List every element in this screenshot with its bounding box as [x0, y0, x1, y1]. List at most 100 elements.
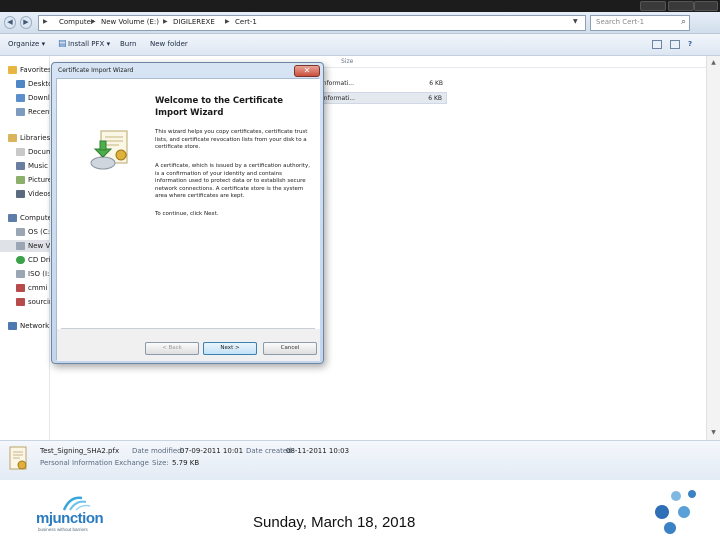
drive-icon — [16, 242, 25, 250]
burn-button[interactable]: Burn — [120, 40, 136, 48]
command-bar: Organize ▾ ▤ Install PFX ▾ Burn New fold… — [0, 34, 720, 56]
certificate-wizard-icon — [90, 130, 128, 170]
help-icon[interactable]: ? — [688, 40, 692, 48]
details-size-value: 5.79 KB — [172, 459, 200, 467]
preview-pane-icon[interactable] — [670, 40, 680, 49]
logo-tagline: business without barriers — [38, 527, 88, 532]
nav-label: sourcing — [28, 298, 50, 306]
column-size[interactable]: Size — [341, 58, 353, 65]
nav-new-volume[interactable]: New Volume — [0, 240, 50, 252]
nav-c-drive[interactable]: OS (C:) — [0, 226, 50, 238]
certificate-import-wizard: Certificate Import Wizard ✕ Welcome to t… — [51, 62, 324, 364]
cancel-button[interactable]: Cancel — [263, 342, 317, 355]
drive-icon — [16, 270, 25, 278]
organize-button[interactable]: Organize ▾ — [8, 40, 45, 48]
close-button[interactable] — [694, 1, 718, 11]
minimize-button[interactable] — [640, 1, 666, 11]
slide: ◀ ▶ ▶ Computer ▶ New Volume (E:) ▶ DIGIL… — [0, 0, 720, 540]
details-file-name: Test_Signing_SHA2.pfx — [40, 447, 120, 455]
certificate-icon: ▤ — [58, 39, 67, 49]
nav-iso[interactable]: ISO (I:) — [0, 268, 50, 280]
new-folder-button[interactable]: New folder — [150, 40, 188, 48]
music-icon — [16, 162, 25, 170]
install-pfx-label: Install PFX — [68, 40, 105, 48]
next-button[interactable]: Next > — [203, 342, 257, 355]
nav-pictures[interactable]: Pictures — [0, 174, 50, 186]
nav-favorites[interactable]: Favorites — [0, 64, 50, 76]
wizard-close-button[interactable]: ✕ — [294, 65, 320, 77]
nav-computer[interactable]: Computer — [0, 212, 50, 224]
breadcrumb-new-volume[interactable]: New Volume (E:) — [101, 18, 159, 26]
nav-downloads[interactable]: Downloads — [0, 92, 50, 104]
nav-cmmi[interactable]: cmmi (J:) — [0, 282, 50, 294]
nav-music[interactable]: Music — [0, 160, 50, 172]
details-size-label: Size: — [152, 459, 169, 467]
install-pfx-button[interactable]: Install PFX ▾ — [68, 40, 110, 48]
back-arrow-icon[interactable]: ◀ — [4, 16, 16, 29]
nav-label: Videos — [28, 190, 50, 198]
file-size: 6 KB — [428, 95, 442, 102]
slide-footer: mjunction business without barriers Sund… — [0, 480, 720, 540]
wizard-body: Welcome to the Certificate Import Wizard… — [56, 78, 320, 361]
certificate-file-icon — [9, 446, 27, 470]
nav-label: ISO (I:) — [28, 270, 50, 278]
wizard-heading: Welcome to the Certificate Import Wizard — [155, 96, 283, 118]
nav-network[interactable]: Network — [0, 320, 50, 332]
back-button[interactable]: < Back — [145, 342, 199, 355]
network-drive-icon — [16, 298, 25, 306]
wizard-continue-text: To continue, click Next. — [155, 211, 219, 217]
forward-arrow-icon[interactable]: ▶ — [20, 16, 32, 29]
wizard-intro-text: This wizard helps you copy certificates,… — [155, 129, 308, 150]
breadcrumb-computer[interactable]: Computer — [59, 18, 94, 26]
nav-label: OS (C:) — [28, 228, 50, 236]
address-bar[interactable]: ▶ Computer ▶ New Volume (E:) ▶ DIGILEREX… — [38, 15, 586, 31]
nav-libraries[interactable]: Libraries — [0, 132, 50, 144]
breadcrumb-separator-icon[interactable]: ▶ — [91, 18, 96, 25]
nav-desktop[interactable]: Desktop — [0, 78, 50, 90]
nav-label: Computer — [20, 214, 50, 222]
network-drive-icon — [16, 284, 25, 292]
breadcrumb-separator-icon[interactable]: ▶ — [225, 18, 230, 25]
nav-videos[interactable]: Videos — [0, 188, 50, 200]
address-dropdown-icon[interactable]: ▼ — [573, 18, 578, 25]
nav-label: Music — [28, 162, 48, 170]
pictures-icon — [16, 176, 25, 184]
nav-label: Pictures — [28, 176, 50, 184]
corner-dots-logo-icon — [655, 490, 696, 534]
file-type: Informati... — [322, 95, 355, 102]
file-size: 6 KB — [429, 80, 443, 87]
nav-label: Recent Places — [28, 108, 50, 116]
nav-documents[interactable]: Documents — [0, 146, 50, 158]
search-icon[interactable]: ⌕ — [681, 17, 686, 27]
recent-places-icon — [16, 108, 25, 116]
file-row-selected[interactable]: Informati... 6 KB — [313, 92, 447, 104]
details-created-value: 08-11-2011 10:03 — [286, 447, 350, 455]
downloads-icon — [16, 94, 25, 102]
desktop-icon — [16, 80, 25, 88]
search-box[interactable]: Search Cert-1 ⌕ — [590, 15, 690, 31]
vertical-scrollbar[interactable]: ▲ ▼ — [706, 56, 720, 440]
star-icon — [8, 66, 17, 74]
nav-recent-places[interactable]: Recent Places — [0, 106, 50, 118]
organize-label: Organize — [8, 40, 40, 48]
mjunction-logo: mjunction business without barriers — [36, 492, 120, 536]
nav-label: Desktop — [28, 80, 50, 88]
details-modified-label: Date modified: — [132, 447, 184, 455]
maximize-button[interactable] — [668, 1, 694, 11]
wizard-title: Certificate Import Wizard — [58, 67, 134, 74]
breadcrumb-separator-icon[interactable]: ▶ — [163, 18, 168, 25]
details-modified-value: 07-09-2011 10:01 — [180, 447, 244, 455]
nav-sourcing[interactable]: sourcing — [0, 296, 50, 308]
breadcrumb-cert-1[interactable]: Cert-1 — [235, 18, 257, 26]
nav-label: CD Drive — [28, 256, 50, 264]
search-placeholder: Search Cert-1 — [596, 18, 645, 26]
file-row[interactable]: Informati... 6 KB — [313, 78, 447, 90]
computer-icon — [8, 214, 17, 222]
view-options-icon[interactable] — [652, 40, 662, 49]
breadcrumb-digilerexe[interactable]: DIGILEREXE — [173, 18, 215, 26]
folder-icon: ▶ — [43, 18, 48, 25]
nav-cd-drive[interactable]: CD Drive — [0, 254, 50, 266]
scroll-up-icon[interactable]: ▲ — [709, 58, 718, 67]
nav-label: cmmi (J:) — [28, 284, 50, 292]
scroll-down-icon[interactable]: ▼ — [709, 428, 718, 437]
